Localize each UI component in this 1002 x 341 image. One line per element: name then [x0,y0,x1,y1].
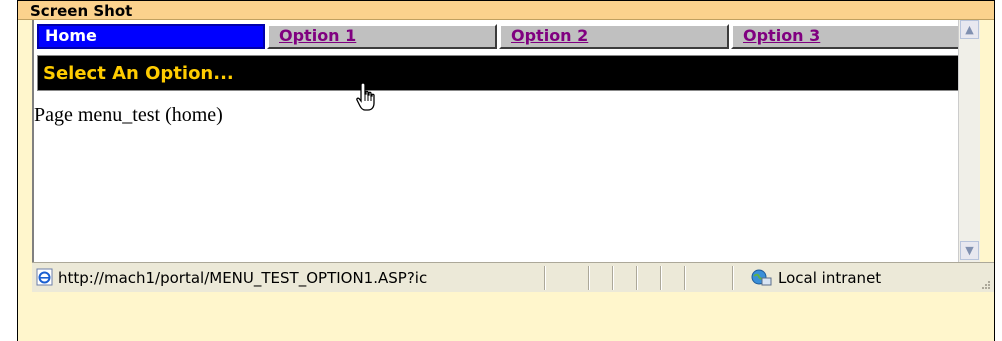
vertical-scrollbar[interactable]: ▲ ▼ [958,20,980,262]
menu-item-option-1[interactable]: Option 1 [267,24,497,49]
security-zone-label: Local intranet [778,269,882,287]
status-divider [544,266,546,290]
caption-title: Screen Shot [30,2,133,20]
status-divider [660,266,662,290]
status-divider [732,266,734,290]
banner-text: Select An Option... [43,63,234,84]
caption-bar: Screen Shot [18,1,994,20]
menu-item-home[interactable]: Home [37,24,265,49]
status-url-text: http://mach1/portal/MENU_TEST_OPTION1.AS… [58,269,428,287]
menu-item-option-3[interactable]: Option 3 [731,24,961,49]
ie-page-icon [36,268,53,286]
status-divider [636,266,638,290]
page-content-text: Page menu_test (home) [34,104,223,126]
screenshot-frame: Screen Shot Home Option 1 Option 2 Optio… [17,0,995,341]
scroll-down-icon[interactable]: ▼ [960,241,979,260]
status-divider [612,266,614,290]
status-divider [684,266,686,290]
hand-cursor-icon [356,82,375,111]
menu-item-option-2[interactable]: Option 2 [499,24,729,49]
resize-grip-icon[interactable] [980,279,990,289]
browser-viewport: Home Option 1 Option 2 Option 3 Select A… [32,20,980,262]
local-intranet-icon [751,269,772,286]
scroll-up-icon[interactable]: ▲ [960,20,979,39]
status-bar: http://mach1/portal/MENU_TEST_OPTION1.AS… [32,262,994,292]
menu-bar: Home Option 1 Option 2 Option 3 [37,24,961,49]
select-option-banner: Select An Option... [37,55,961,91]
status-divider [588,266,590,290]
